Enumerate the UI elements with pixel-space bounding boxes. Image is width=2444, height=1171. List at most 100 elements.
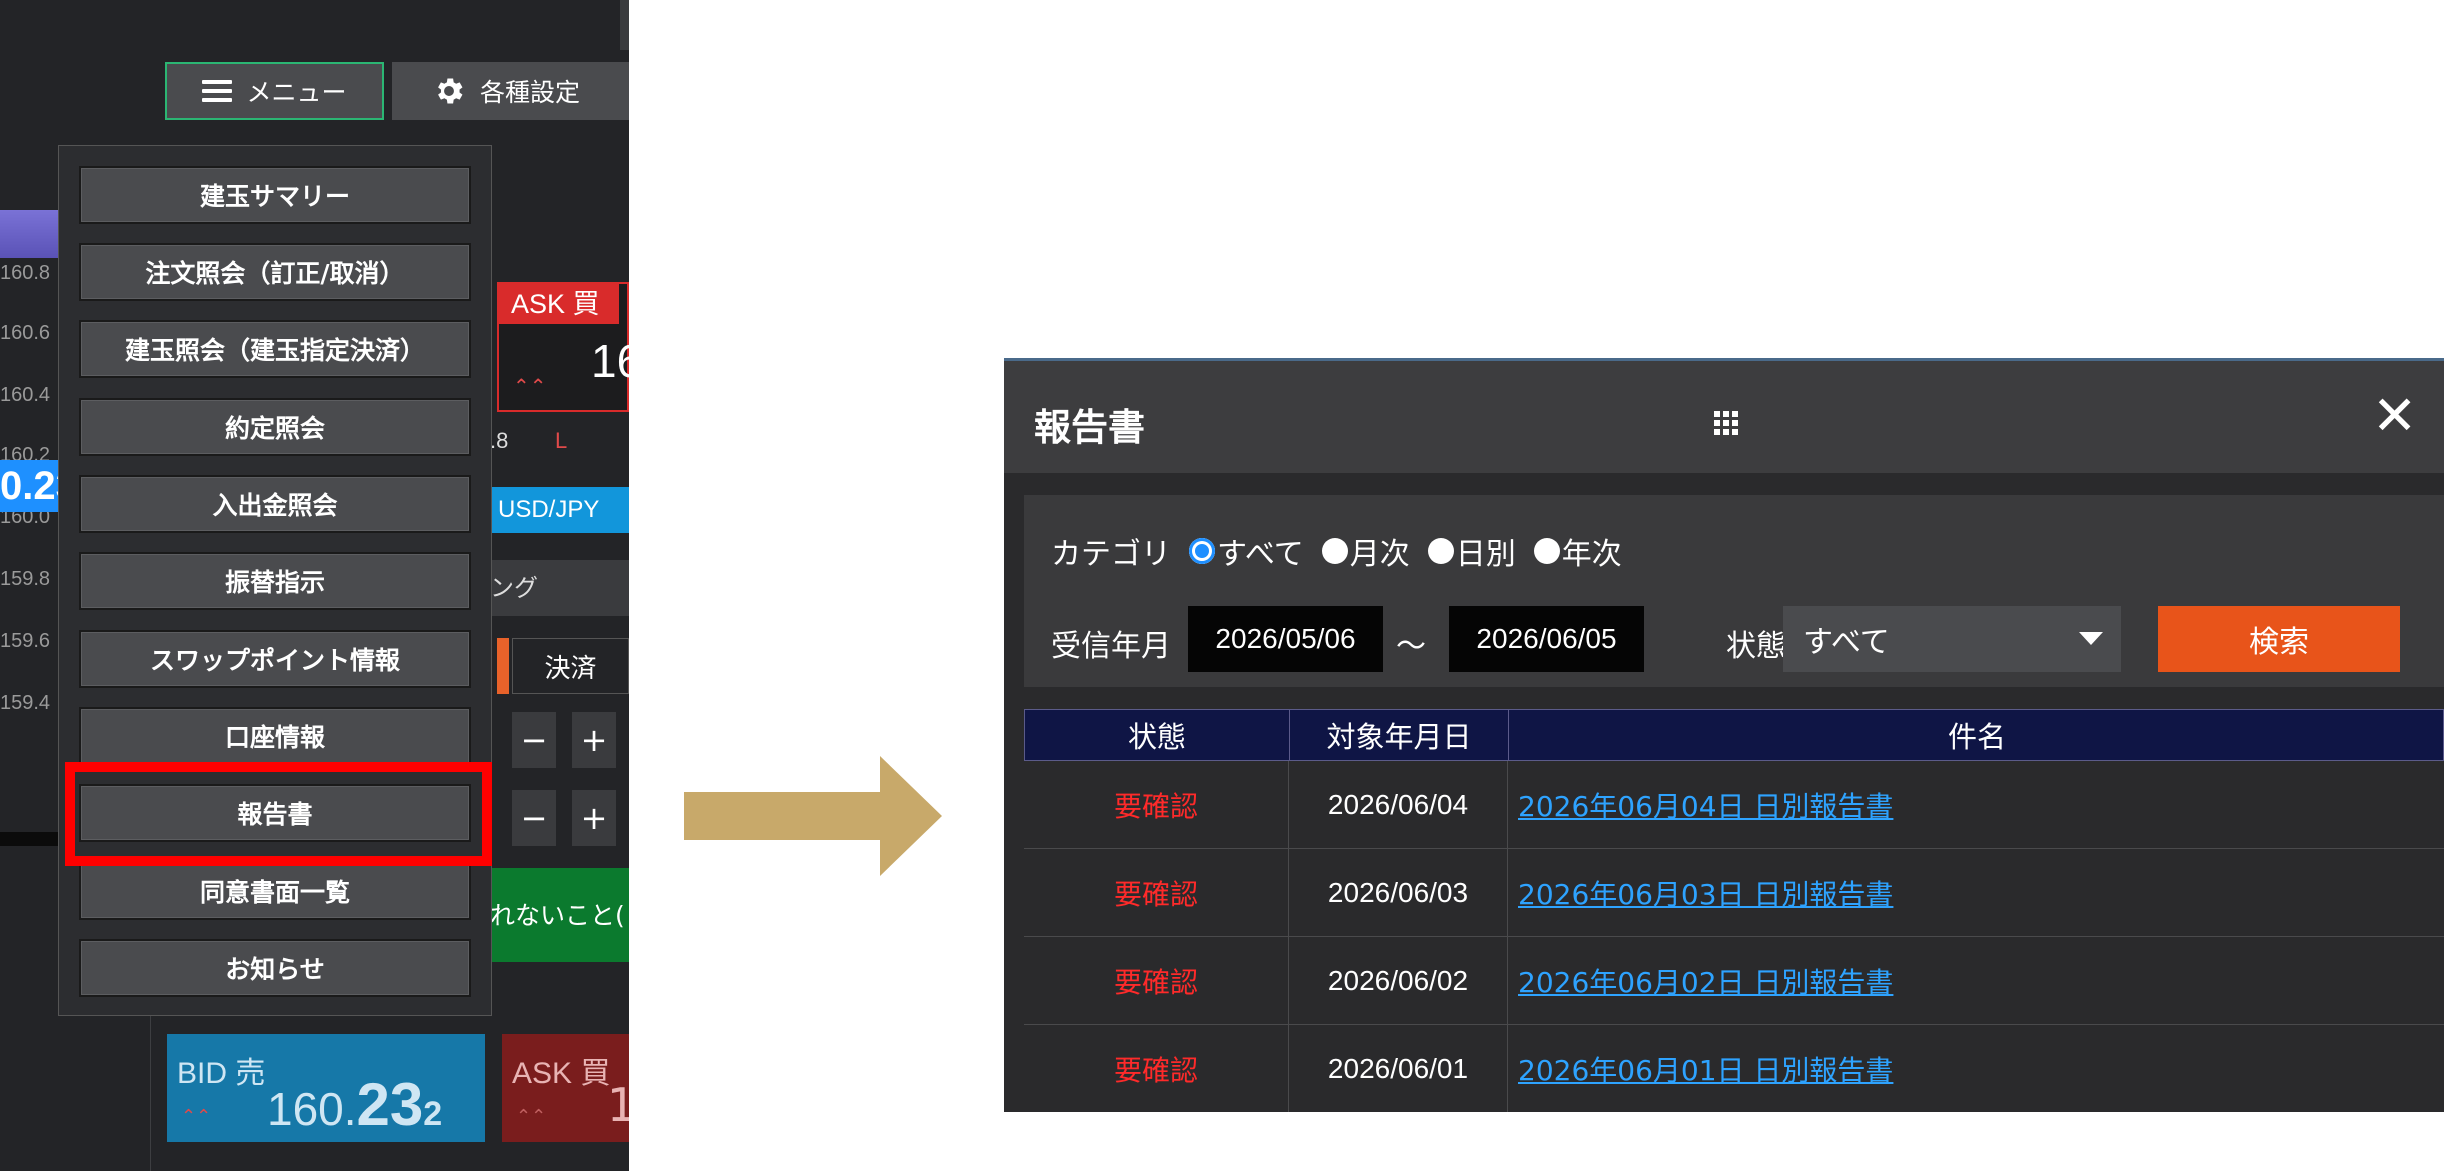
toolbar-button-partial[interactable] — [620, 62, 629, 120]
notice-banner: れないこと( — [490, 868, 629, 962]
row-date: 2026/06/03 — [1289, 849, 1508, 937]
currency-pair-button[interactable]: USD/JPY — [490, 487, 629, 533]
category-radio-monthly[interactable]: 月次 — [1321, 529, 1410, 573]
status-filter-label: 状態 — [1726, 629, 1786, 664]
ask-label: ASK 買 — [512, 1057, 611, 1090]
radio-icon — [1427, 538, 1454, 564]
chevron-up-icon: ⌃⌃ — [516, 1106, 547, 1127]
price-tick: 160.8 — [0, 262, 51, 284]
row-date: 2026/06/01 — [1289, 1025, 1508, 1112]
minus-button[interactable]: − — [512, 790, 556, 846]
caret-down-icon — [2079, 632, 2103, 645]
hamburger-icon — [202, 80, 233, 102]
category-row: カテゴリ すべて 月次 日別 年次 — [1051, 529, 1640, 573]
column-header-status[interactable]: 状態 — [1025, 710, 1290, 760]
price-tick: 160.4 — [0, 384, 51, 406]
close-icon[interactable]: ✕ — [2372, 389, 2417, 443]
price-tick: 159.4 — [0, 692, 51, 714]
column-header-date[interactable]: 対象年月日 — [1290, 710, 1509, 760]
range-separator: ～ — [1396, 629, 1426, 664]
dialog-title: 報告書 — [1034, 406, 1145, 449]
date-to-input[interactable]: 2026/06/05 — [1449, 606, 1644, 672]
dialog-header[interactable]: 報告書 ✕ — [1004, 361, 2444, 473]
category-radio-daily[interactable]: 日別 — [1427, 529, 1516, 573]
settings-button-label: 各種設定 — [479, 78, 580, 107]
menu-button-label: メニュー — [246, 78, 347, 107]
radio-icon — [1321, 538, 1348, 564]
row-date: 2026/06/04 — [1289, 761, 1508, 849]
menu-item-execution-inquiry[interactable]: 約定照会 — [79, 398, 471, 456]
menu-item-position-inquiry[interactable]: 建玉照会（建玉指定決済） — [79, 320, 471, 378]
bid-quote-box[interactable]: BID 売 ⌃⌃ 160.232 — [167, 1034, 485, 1142]
settle-tab[interactable]: 決済 — [512, 638, 629, 694]
plus-button[interactable]: + — [572, 712, 616, 768]
drag-handle-icon[interactable] — [1714, 411, 1738, 435]
trade-mode-row[interactable]: ング — [490, 560, 629, 616]
price-tick: 159.8 — [0, 568, 51, 590]
current-price-label: 0.23 — [0, 460, 60, 512]
ask-label: ASK 買 — [499, 284, 619, 324]
category-radio-yearly[interactable]: 年次 — [1533, 529, 1622, 573]
chevron-up-icon: ⌃⌃ — [181, 1106, 212, 1127]
ask-quote-box[interactable]: ASK 買 ⌃⌃ 16 — [497, 282, 629, 412]
row-report-link[interactable]: 2026年06月03日 日別報告書 — [1508, 849, 2444, 937]
bid-label: BID 売 — [177, 1057, 266, 1090]
ask-price-partial: 16 — [591, 335, 629, 387]
arrow-right-icon — [684, 756, 942, 876]
top-bar-fragment — [620, 0, 629, 50]
menu-item-account-info[interactable]: 口座情報 — [79, 707, 471, 765]
chevron-up-icon: ⌃⌃ — [513, 374, 547, 398]
chart-baseline — [0, 832, 60, 846]
main-menu-dropdown: 建玉サマリー 注文照会（訂正/取消） 建玉照会（建玉指定決済） 約定照会 入出金… — [58, 145, 492, 1016]
menu-item-consent-documents[interactable]: 同意書面一覧 — [79, 862, 471, 920]
table-row[interactable]: 要確認 2026/06/03 2026年06月03日 日別報告書 — [1024, 849, 2444, 937]
row-report-link[interactable]: 2026年06月02日 日別報告書 — [1508, 937, 2444, 1025]
plus-button[interactable]: + — [572, 790, 616, 846]
divider — [150, 1016, 151, 1171]
column-header-title[interactable]: 件名 — [1509, 710, 2444, 760]
reports-dialog: 報告書 ✕ カテゴリ すべて 月次 日別 年次 受信年月 2026/05/06 … — [1004, 358, 2444, 1112]
menu-button[interactable]: メニュー — [165, 62, 384, 120]
category-label: カテゴリ — [1051, 537, 1171, 572]
chart-fragment: 160.8 160.6 160.4 160.2 160.0 159.8 159.… — [0, 144, 60, 846]
menu-item-swap-points[interactable]: スワップポイント情報 — [79, 630, 471, 688]
row-status: 要確認 — [1024, 761, 1289, 849]
table-row[interactable]: 要確認 2026/06/02 2026年06月02日 日別報告書 — [1024, 937, 2444, 1025]
ask-price-partial: 1 — [607, 1078, 629, 1132]
price-tick: 160.6 — [0, 322, 51, 344]
price-band — [0, 210, 60, 258]
highlight-box — [65, 762, 492, 866]
table-header: 状態 対象年月日 件名 — [1024, 709, 2444, 761]
bid-price: 160.232 — [267, 1071, 443, 1138]
menu-item-notices[interactable]: お知らせ — [79, 939, 471, 997]
category-radio-all[interactable]: すべて — [1189, 529, 1304, 573]
spread-flag: L — [555, 428, 568, 453]
row-status: 要確認 — [1024, 1025, 1289, 1112]
row-status: 要確認 — [1024, 937, 1289, 1025]
table-row[interactable]: 要確認 2026/06/01 2026年06月01日 日別報告書 — [1024, 1025, 2444, 1112]
ask-quote-box-2[interactable]: ASK 買 ⌃⌃ 1 — [502, 1034, 629, 1142]
received-month-label: 受信年月 — [1051, 629, 1171, 664]
menu-item-position-summary[interactable]: 建玉サマリー — [79, 166, 471, 224]
status-select-value: すべて — [1803, 625, 1890, 660]
settings-button[interactable]: 各種設定 — [392, 62, 620, 120]
menu-item-order-inquiry[interactable]: 注文照会（訂正/取消） — [79, 243, 471, 301]
search-button[interactable]: 検索 — [2158, 606, 2400, 672]
gear-icon — [438, 78, 463, 104]
row-status: 要確認 — [1024, 849, 1289, 937]
status-select[interactable]: すべて — [1783, 606, 2121, 672]
row-report-link[interactable]: 2026年06月01日 日別報告書 — [1508, 1025, 2444, 1112]
minus-button[interactable]: − — [512, 712, 556, 768]
trading-app-panel: メニュー 各種設定 160.8 160.6 160.4 160.2 160.0 … — [0, 0, 629, 1171]
radio-selected-icon — [1189, 538, 1215, 564]
menu-item-deposit-withdrawal[interactable]: 入出金照会 — [79, 475, 471, 533]
spread-value: .8 — [490, 428, 509, 453]
price-tick: 159.6 — [0, 630, 51, 652]
menu-item-transfer[interactable]: 振替指示 — [79, 552, 471, 610]
date-from-input[interactable]: 2026/05/06 — [1188, 606, 1383, 672]
order-tab-partial[interactable] — [497, 638, 509, 694]
table-row[interactable]: 要確認 2026/06/04 2026年06月04日 日別報告書 — [1024, 761, 2444, 849]
row-report-link[interactable]: 2026年06月04日 日別報告書 — [1508, 761, 2444, 849]
row-date: 2026/06/02 — [1289, 937, 1508, 1025]
radio-icon — [1533, 538, 1560, 564]
